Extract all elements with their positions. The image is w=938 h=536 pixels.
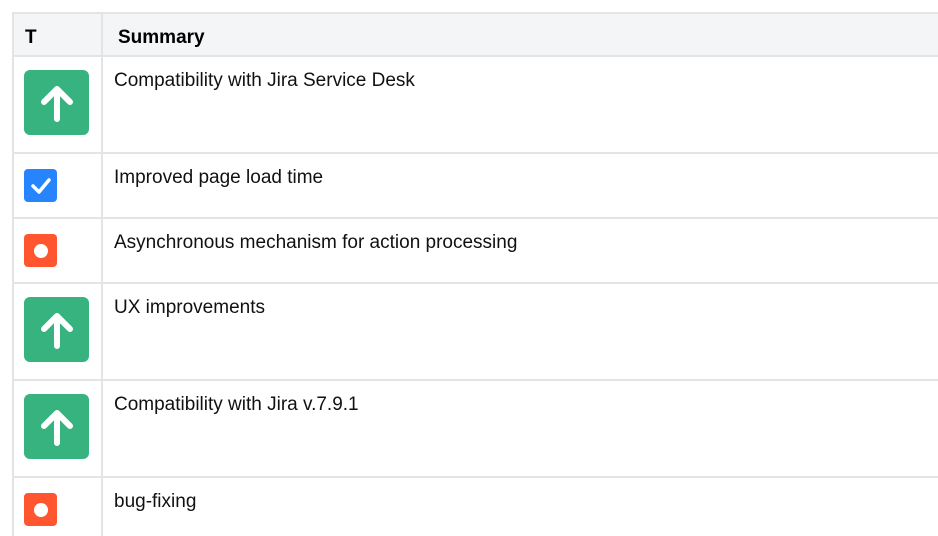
issue-summary-link[interactable]: Compatibility with Jira v.7.9.1: [114, 394, 359, 415]
column-header-type-label: T: [25, 27, 37, 48]
improvement-arrow-up-icon: [24, 70, 89, 135]
type-cell: [12, 379, 103, 478]
summary-cell: Improved page load time: [101, 152, 938, 219]
table-row: Compatibility with Jira v.7.9.1: [12, 379, 938, 478]
type-cell: [12, 476, 103, 536]
bug-dot: [33, 243, 48, 258]
bug-dot: [33, 502, 48, 517]
type-cell: [12, 282, 103, 381]
column-header-summary-label: Summary: [118, 27, 205, 48]
issue-summary-link[interactable]: Compatibility with Jira Service Desk: [114, 70, 415, 91]
issue-summary-link[interactable]: UX improvements: [114, 297, 265, 318]
improvement-arrow-up-icon: [24, 297, 89, 362]
table-header-row: T Summary: [12, 12, 938, 57]
type-cell: [12, 152, 103, 219]
bug-dot-icon: [24, 234, 57, 267]
table-row: Asynchronous mechanism for action proces…: [12, 217, 938, 284]
summary-cell: bug-fixing: [101, 476, 938, 536]
table-row: UX improvements: [12, 282, 938, 381]
issues-table: T Summary Compatibility with Jira Servic…: [12, 12, 938, 536]
issue-summary-link[interactable]: Improved page load time: [114, 167, 323, 188]
issue-summary-link[interactable]: bug-fixing: [114, 491, 196, 512]
column-header-summary[interactable]: Summary: [101, 12, 938, 57]
summary-cell: Asynchronous mechanism for action proces…: [101, 217, 938, 284]
summary-cell: Compatibility with Jira v.7.9.1: [101, 379, 938, 478]
table-row: bug-fixing: [12, 476, 938, 536]
table-row: Compatibility with Jira Service Desk: [12, 55, 938, 154]
issue-summary-link[interactable]: Asynchronous mechanism for action proces…: [114, 232, 517, 253]
table-row: Improved page load time: [12, 152, 938, 219]
summary-cell: Compatibility with Jira Service Desk: [101, 55, 938, 154]
improvement-arrow-up-icon: [24, 394, 89, 459]
column-header-type[interactable]: T: [12, 12, 103, 57]
task-checkmark-icon: [24, 169, 57, 202]
summary-cell: UX improvements: [101, 282, 938, 381]
type-cell: [12, 217, 103, 284]
page: T Summary Compatibility with Jira Servic…: [0, 0, 938, 536]
bug-dot-icon: [24, 493, 57, 526]
type-cell: [12, 55, 103, 154]
